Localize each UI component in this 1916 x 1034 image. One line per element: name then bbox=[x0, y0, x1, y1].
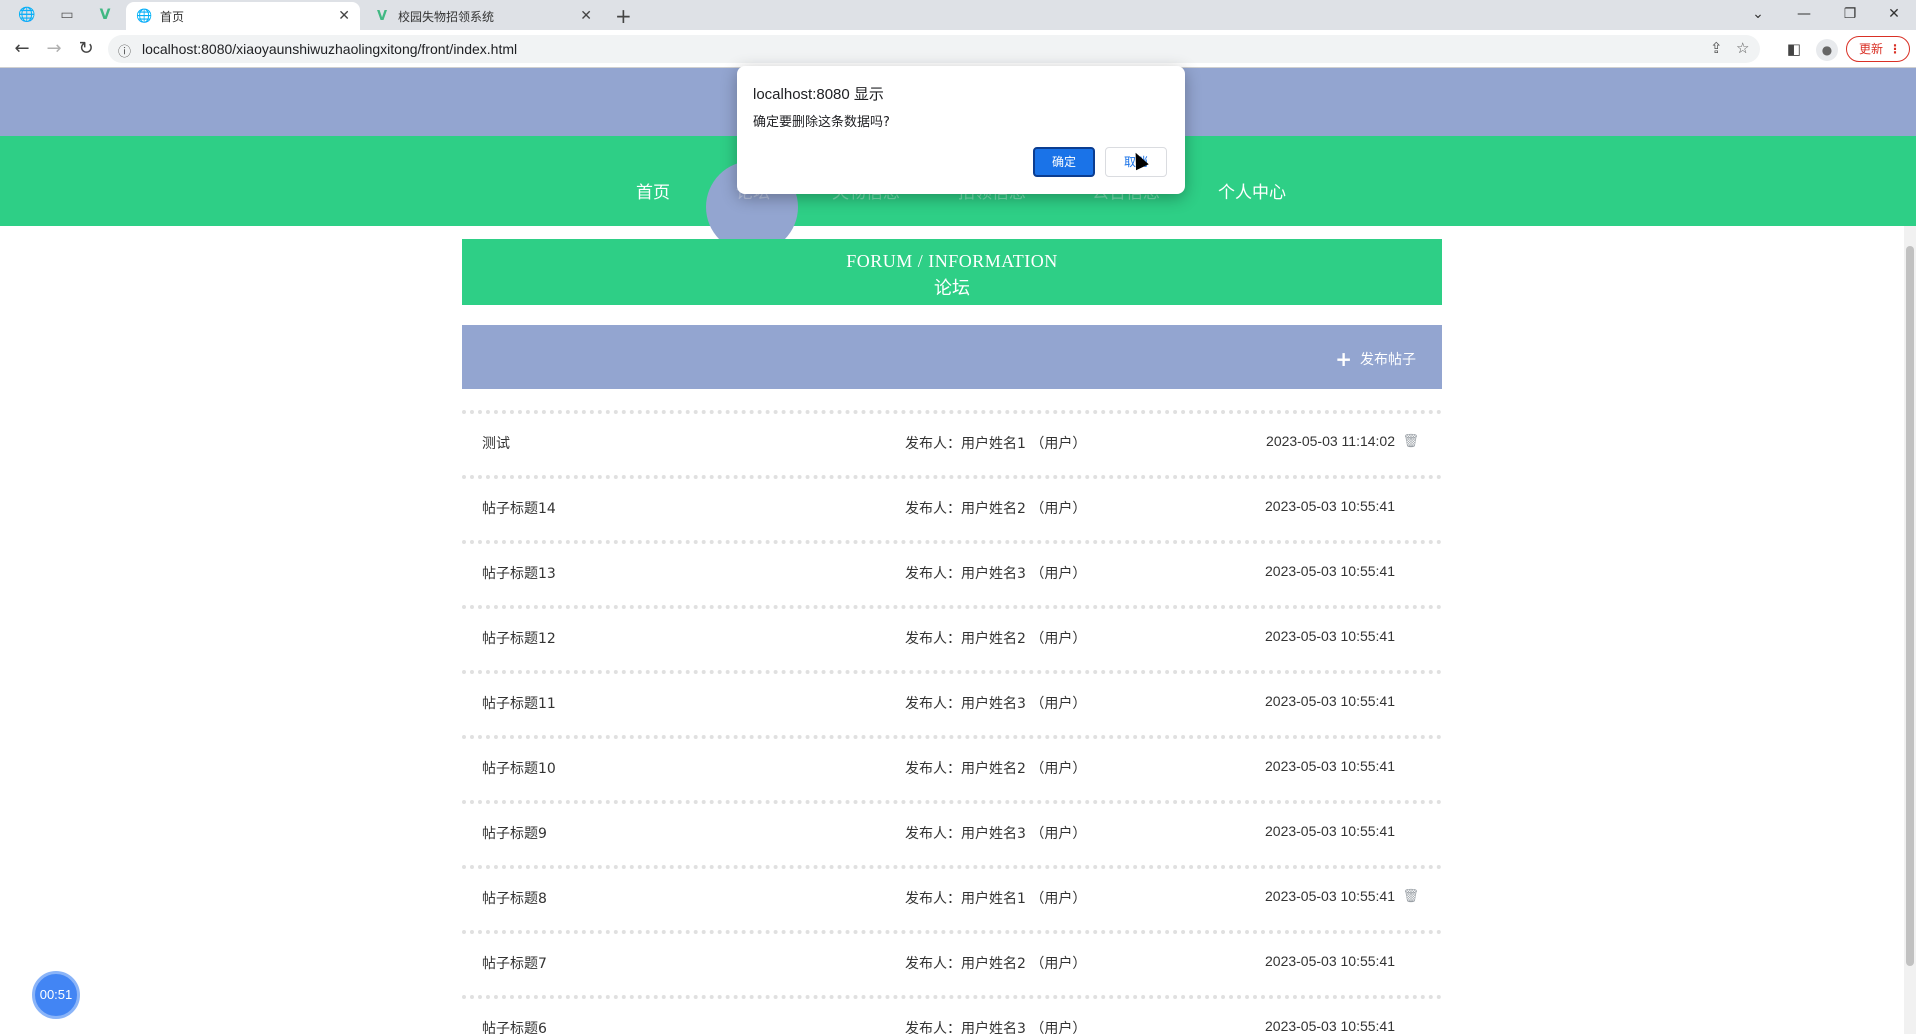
post-date: 2023-05-03 10:55:41 bbox=[1265, 1018, 1395, 1034]
post-row[interactable]: 帖子标题13 发布人：用户姓名3 （用户） 2023-05-03 10:55:41 bbox=[462, 540, 1442, 605]
back-button[interactable]: ← bbox=[10, 38, 34, 59]
reload-button[interactable]: ↻ bbox=[74, 38, 98, 59]
post-date: 2023-05-03 10:55:41 bbox=[1265, 498, 1395, 514]
section-title-zh: 论坛 bbox=[934, 278, 970, 299]
share-icon[interactable]: ⇪ bbox=[1710, 39, 1723, 57]
pinned-tab-vue[interactable]: V bbox=[88, 4, 122, 26]
browser-toolbar: ← → ↻ ⓘ localhost:8080/xiaoyaunshiwuzhao… bbox=[0, 30, 1916, 68]
restore-button[interactable]: ❐ bbox=[1828, 2, 1872, 26]
post-date: 2023-05-03 10:55:41 bbox=[1265, 758, 1395, 774]
post-author: 发布人：用户姓名1 （用户） bbox=[905, 891, 1087, 907]
info-icon[interactable]: ⓘ bbox=[118, 41, 131, 60]
pinned-tab-globe[interactable]: 🌐 bbox=[10, 4, 44, 26]
post-title[interactable]: 帖子标题8 bbox=[482, 888, 547, 908]
post-row[interactable]: 帖子标题7 发布人：用户姓名2 （用户） 2023-05-03 10:55:41 bbox=[462, 930, 1442, 995]
plus-icon: + bbox=[1335, 347, 1352, 371]
more-vert-icon: ⋮ bbox=[1889, 42, 1901, 56]
post-row[interactable]: 帖子标题11 发布人：用户姓名3 （用户） 2023-05-03 10:55:41 bbox=[462, 670, 1442, 735]
dialog-title: localhost:8080 显示 bbox=[753, 86, 884, 103]
post-row[interactable]: 帖子标题9 发布人：用户姓名3 （用户） 2023-05-03 10:55:41 bbox=[462, 800, 1442, 865]
post-author: 发布人：用户姓名3 （用户） bbox=[905, 566, 1087, 582]
address-bar[interactable]: ⓘ localhost:8080/xiaoyaunshiwuzhaolingxi… bbox=[108, 35, 1760, 63]
post-date: 2023-05-03 10:55:41 bbox=[1265, 953, 1395, 969]
post-date: 2023-05-03 10:55:41 bbox=[1265, 823, 1395, 839]
publish-post-button[interactable]: + 发布帖子 bbox=[1335, 349, 1416, 369]
bookmark-star-icon[interactable]: ☆ bbox=[1736, 39, 1749, 57]
dialog-message: 确定要删除这条数据吗? bbox=[753, 115, 890, 130]
dialog-ok-button[interactable]: 确定 bbox=[1033, 147, 1095, 177]
vue-logo-icon: V bbox=[376, 8, 388, 24]
post-date: 2023-05-03 10:55:41 bbox=[1265, 563, 1395, 579]
post-author: 发布人：用户姓名3 （用户） bbox=[905, 696, 1087, 712]
new-tab-button[interactable]: + bbox=[615, 4, 632, 28]
nav-item-profile[interactable]: 个人中心 bbox=[1218, 178, 1286, 203]
post-row[interactable]: 帖子标题12 发布人：用户姓名2 （用户） 2023-05-03 10:55:41 bbox=[462, 605, 1442, 670]
post-list: 测试 发布人：用户姓名1 （用户） 2023-05-03 11:14:02 🗑 帖子标题… bbox=[462, 410, 1442, 1034]
update-button[interactable]: 更新 ⋮ bbox=[1846, 36, 1910, 62]
post-row[interactable]: 测试 发布人：用户姓名1 （用户） 2023-05-03 11:14:02 🗑 bbox=[462, 410, 1442, 475]
post-title[interactable]: 帖子标题9 bbox=[482, 823, 547, 843]
post-author: 发布人：用户姓名2 （用户） bbox=[905, 956, 1087, 972]
post-author: 发布人：用户姓名3 （用户） bbox=[905, 826, 1087, 842]
post-date: 2023-05-03 10:55:41 bbox=[1265, 628, 1395, 644]
post-title[interactable]: 帖子标题6 bbox=[482, 1018, 547, 1034]
section-title-box: FORUM / INFORMATION 论坛 bbox=[462, 239, 1442, 305]
publish-post-label: 发布帖子 bbox=[1360, 352, 1416, 368]
update-label: 更新 bbox=[1859, 42, 1884, 56]
tab-title: 校园失物招领系统 bbox=[398, 9, 495, 24]
section-title-en: FORUM / INFORMATION bbox=[846, 251, 1058, 271]
browser-tab-bar: 🌐 ▭ V 🌐 首页 ✕ V 校园失物招领系统 ✕ + ⌄ — ❐ ✕ bbox=[0, 0, 1916, 30]
profile-avatar-icon[interactable]: ● bbox=[1816, 39, 1838, 61]
post-title[interactable]: 帖子标题14 bbox=[482, 498, 556, 518]
close-window-button[interactable]: ✕ bbox=[1872, 2, 1916, 26]
pinned-tab-blank[interactable]: ▭ bbox=[50, 4, 84, 26]
post-row[interactable]: 帖子标题6 发布人：用户姓名3 （用户） 2023-05-03 10:55:41 bbox=[462, 995, 1442, 1034]
post-row[interactable]: 帖子标题8 发布人：用户姓名1 （用户） 2023-05-03 10:55:41 🗑 bbox=[462, 865, 1442, 930]
post-author: 发布人：用户姓名3 （用户） bbox=[905, 1021, 1087, 1034]
minimize-button[interactable]: — bbox=[1782, 2, 1826, 26]
globe-icon: 🌐 bbox=[136, 8, 153, 24]
post-author: 发布人：用户姓名1 （用户） bbox=[905, 436, 1087, 452]
tab-home[interactable]: 🌐 首页 ✕ bbox=[126, 2, 360, 30]
post-author: 发布人：用户姓名2 （用户） bbox=[905, 631, 1087, 647]
blank-page-icon: ▭ bbox=[60, 7, 74, 23]
vue-logo-icon: V bbox=[99, 7, 111, 23]
close-icon[interactable]: ✕ bbox=[580, 8, 592, 24]
forum-action-bar: + 发布帖子 bbox=[462, 325, 1442, 389]
close-icon[interactable]: ✕ bbox=[338, 8, 350, 24]
tab-title: 首页 bbox=[160, 9, 185, 24]
post-author: 发布人：用户姓名2 （用户） bbox=[905, 761, 1087, 777]
post-title[interactable]: 测试 bbox=[482, 433, 510, 453]
nav-item-home[interactable]: 首页 bbox=[636, 178, 670, 203]
post-row[interactable]: 帖子标题10 发布人：用户姓名2 （用户） 2023-05-03 10:55:41 bbox=[462, 735, 1442, 800]
post-title[interactable]: 帖子标题11 bbox=[482, 693, 556, 713]
recording-timer-badge[interactable]: 00:51 bbox=[32, 971, 80, 1019]
post-row[interactable]: 帖子标题14 发布人：用户姓名2 （用户） 2023-05-03 10:55:41 bbox=[462, 475, 1442, 540]
post-title[interactable]: 帖子标题12 bbox=[482, 628, 556, 648]
side-panel-icon[interactable]: ◧ bbox=[1782, 40, 1806, 58]
post-author: 发布人：用户姓名2 （用户） bbox=[905, 501, 1087, 517]
url-text[interactable]: localhost:8080/xiaoyaunshiwuzhaolingxito… bbox=[142, 41, 517, 57]
tab-search-chevron-icon[interactable]: ⌄ bbox=[1736, 2, 1780, 26]
post-title[interactable]: 帖子标题7 bbox=[482, 953, 547, 973]
page-scrollbar-thumb[interactable] bbox=[1906, 246, 1914, 966]
post-date: 2023-05-03 10:55:41 bbox=[1265, 888, 1395, 904]
post-title[interactable]: 帖子标题10 bbox=[482, 758, 556, 778]
post-title[interactable]: 帖子标题13 bbox=[482, 563, 556, 583]
post-date: 2023-05-03 11:14:02 bbox=[1266, 433, 1395, 449]
forward-button[interactable]: → bbox=[42, 38, 66, 59]
delete-trash-icon[interactable]: 🗑 bbox=[1402, 889, 1419, 904]
post-date: 2023-05-03 10:55:41 bbox=[1265, 693, 1395, 709]
globe-icon: 🌐 bbox=[18, 7, 36, 23]
tab-lost-found[interactable]: V 校园失物招领系统 ✕ bbox=[364, 2, 602, 30]
confirm-dialog: localhost:8080 显示 确定要删除这条数据吗? 确定 取消 bbox=[737, 66, 1185, 194]
delete-trash-icon[interactable]: 🗑 bbox=[1402, 434, 1419, 449]
